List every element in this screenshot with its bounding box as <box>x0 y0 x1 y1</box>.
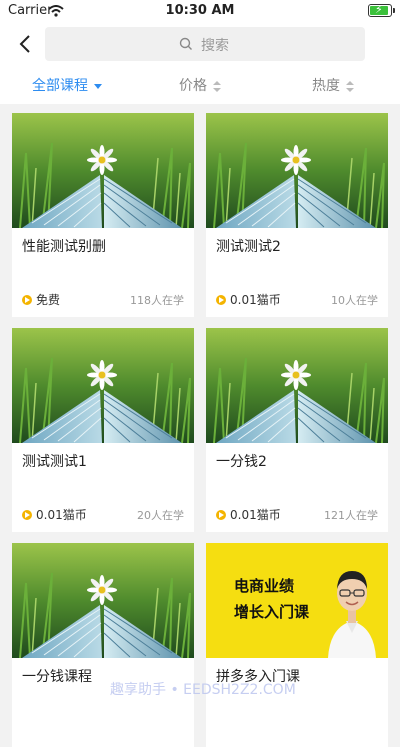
course-card[interactable]: 一分钱2 0.01猫币 121人在学 <box>206 328 388 532</box>
watermark: 趣享助手 • EEDSH2Z2.COM <box>110 682 296 698</box>
filter-price-label: 价格 <box>179 78 207 94</box>
course-card[interactable]: 一分钱课程 <box>12 543 194 747</box>
course-price-value: 0.01猫币 <box>230 508 281 522</box>
search-input[interactable]: 搜索 <box>45 27 365 61</box>
course-title: 测试测试2 <box>216 239 281 255</box>
promo-line-1: 电商业绩 <box>234 577 295 595</box>
course-card[interactable]: 性能测试别删 免费 118人在学 <box>12 113 194 317</box>
course-learners: 20人在学 <box>137 509 184 522</box>
status-time: 10:30 AM <box>165 3 235 18</box>
course-promo-thumbnail: 电商业绩 增长入门课 <box>206 543 388 658</box>
coin-icon <box>216 295 226 305</box>
course-title: 一分钱课程 <box>22 669 92 685</box>
status-bar: Carrier 10:30 AM ⚡ <box>0 0 400 22</box>
coin-icon <box>22 295 32 305</box>
search-placeholder: 搜索 <box>201 38 229 54</box>
filter-all-courses-label: 全部课程 <box>32 78 88 94</box>
course-price-value: 免费 <box>36 293 61 307</box>
course-learners: 10人在学 <box>331 294 378 307</box>
course-price-value: 0.01猫币 <box>230 293 281 307</box>
course-thumbnail <box>12 543 194 658</box>
course-price: 0.01猫币 <box>22 506 87 523</box>
coin-icon <box>22 510 32 520</box>
course-grid: 性能测试别删 免费 118人在学 测试测试2 0.01猫币 10人在学 测试测试… <box>0 104 400 747</box>
promo-line-2: 增长入门课 <box>234 603 310 621</box>
sort-icon <box>346 80 354 92</box>
course-thumbnail <box>206 328 388 443</box>
course-thumbnail <box>206 113 388 228</box>
back-arrow-icon[interactable] <box>14 30 38 58</box>
filter-all-courses[interactable]: 全部课程 <box>32 75 102 95</box>
course-card[interactable]: 测试测试2 0.01猫币 10人在学 <box>206 113 388 317</box>
course-title: 测试测试1 <box>22 454 87 470</box>
battery-icon: ⚡ <box>368 3 395 17</box>
course-price: 0.01猫币 <box>216 506 281 523</box>
course-thumbnail <box>12 328 194 443</box>
course-card[interactable]: 电商业绩 增长入门课 拼多多入门课 <box>206 543 388 747</box>
filter-popularity[interactable]: 热度 <box>312 75 354 95</box>
course-learners: 118人在学 <box>130 294 184 307</box>
course-price: 免费 <box>22 291 60 308</box>
filter-popularity-label: 热度 <box>312 78 340 94</box>
course-learners: 121人在学 <box>324 509 378 522</box>
filter-price[interactable]: 价格 <box>179 75 221 95</box>
sort-icon <box>213 80 221 92</box>
charging-bolt-icon: ⚡ <box>375 3 383 16</box>
coin-icon <box>216 510 226 520</box>
course-title: 性能测试别删 <box>22 239 106 255</box>
course-price: 0.01猫币 <box>216 291 281 308</box>
dropdown-caret-icon <box>94 83 102 89</box>
course-card[interactable]: 测试测试1 0.01猫币 20人在学 <box>12 328 194 532</box>
course-title: 一分钱2 <box>216 454 267 470</box>
course-thumbnail <box>12 113 194 228</box>
nav-bar: 搜索 <box>0 22 400 66</box>
filter-bar: 全部课程 价格 热度 <box>0 66 400 104</box>
course-price-value: 0.01猫币 <box>36 508 87 522</box>
search-icon <box>179 37 192 50</box>
instructor-avatar <box>328 571 376 658</box>
